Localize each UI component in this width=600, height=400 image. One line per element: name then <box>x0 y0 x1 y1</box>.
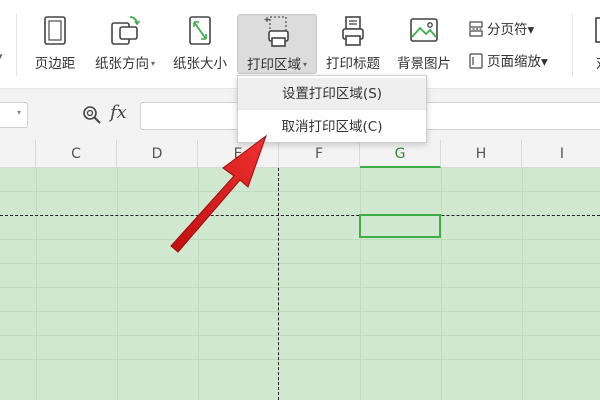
paper-orientation-button[interactable]: 纸张方向 ▾ <box>86 14 164 76</box>
print-area-dropdown-menu: 设置打印区域(S) 取消打印区域(C) <box>237 75 427 143</box>
page-break-label: 分页符 <box>487 22 528 38</box>
grid-line <box>0 335 600 336</box>
chevron-down-icon: ▾ <box>16 108 21 117</box>
print-area-boundary-vertical <box>278 168 279 400</box>
grid-line <box>0 191 600 192</box>
align-label-partial: 对 <box>596 52 600 72</box>
page-break-icon <box>469 21 483 37</box>
name-box[interactable]: ▾ <box>0 102 28 128</box>
background-image-label: 背景图片 <box>397 56 451 72</box>
menu-item-set-print-area[interactable]: 设置打印区域(S) <box>238 78 426 110</box>
grid-line <box>0 263 600 264</box>
column-header-f[interactable]: F <box>279 140 360 168</box>
grid-line <box>36 168 37 400</box>
grid-line <box>0 287 600 288</box>
page-margin-icon <box>44 16 66 45</box>
paper-size-button[interactable]: 纸张大小 <box>168 14 232 76</box>
column-header-e[interactable]: E <box>198 140 279 168</box>
page-scale-icon <box>469 53 483 69</box>
column-header-d[interactable]: D <box>117 140 198 168</box>
column-header-h[interactable]: H <box>441 140 522 168</box>
print-titles-label: 打印标题 <box>326 56 380 72</box>
grid-line <box>0 239 600 240</box>
menu-item-cancel-print-area[interactable]: 取消打印区域(C) <box>238 111 426 143</box>
grid-line <box>360 168 361 400</box>
page-scale-label: 页面缩放 <box>487 54 541 70</box>
page-margin-label: 页边距 <box>34 56 76 72</box>
grid-line <box>117 168 118 400</box>
align-button-partial[interactable]: 对 <box>584 14 600 76</box>
print-area-label: 打印区域 ▾ <box>246 57 307 73</box>
chevron-down-icon: ▾ <box>541 54 548 70</box>
column-header-row: C D E F G H I <box>0 140 600 168</box>
page-scale-button[interactable]: 页面缩放▾ <box>468 50 548 72</box>
background-image-button[interactable]: 背景图片 <box>391 14 457 76</box>
ribbon-separator <box>16 14 17 76</box>
chevron-down-icon: ▾ <box>302 60 307 69</box>
paper-size-icon <box>189 16 211 45</box>
fx-function-icon[interactable]: fx <box>110 102 127 123</box>
column-header-partial[interactable] <box>0 140 36 168</box>
ribbon-separator <box>572 14 573 76</box>
image-icon <box>410 18 438 42</box>
page-break-button[interactable]: 分页符▾ <box>468 18 534 40</box>
paper-orientation-label: 纸张方向 ▾ <box>94 56 155 72</box>
active-cell-selection[interactable] <box>359 214 441 238</box>
paper-size-label: 纸张大小 <box>173 56 227 72</box>
ribbon-partial-left-caret[interactable]: ▾ <box>0 52 3 74</box>
chevron-down-icon: ▾ <box>150 59 155 68</box>
grid-line <box>522 168 523 400</box>
grid-line <box>0 359 600 360</box>
grid-line <box>198 168 199 400</box>
column-header-c[interactable]: C <box>36 140 117 168</box>
print-titles-icon <box>342 16 364 46</box>
print-area-icon <box>264 16 289 47</box>
spreadsheet-grid[interactable] <box>0 168 600 400</box>
column-header-i[interactable]: I <box>522 140 600 168</box>
grid-line <box>441 168 442 400</box>
grid-line <box>0 311 600 312</box>
print-area-boundary-horizontal <box>0 215 600 216</box>
print-area-button[interactable]: 打印区域 ▾ <box>237 14 317 74</box>
print-titles-button[interactable]: 打印标题 <box>321 14 385 76</box>
align-icon <box>595 17 600 43</box>
zoom-lookup-icon[interactable] <box>82 105 102 125</box>
column-header-g[interactable]: G <box>360 140 441 168</box>
page-margin-button[interactable]: 页边距 <box>26 14 84 76</box>
chevron-down-icon: ▾ <box>527 22 535 38</box>
paper-orientation-icon <box>111 16 141 45</box>
